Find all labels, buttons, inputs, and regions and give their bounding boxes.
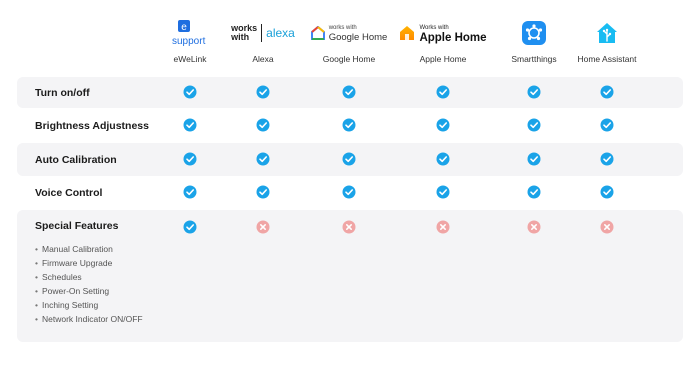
cross-icon <box>600 220 614 234</box>
check-icon <box>256 118 270 132</box>
cross-icon <box>436 220 450 234</box>
check-icon <box>527 118 541 132</box>
check-icon <box>183 220 197 234</box>
cross-icon <box>527 220 541 234</box>
svg-text:support: support <box>172 36 206 47</box>
platform-apple-home: Works with Apple Home Apple Home <box>398 18 488 64</box>
special-features-list: Manual Calibration Firmware Upgrade Sche… <box>35 242 143 326</box>
check-icon <box>256 85 270 99</box>
list-item: Power-On Setting <box>35 284 143 298</box>
check-icon <box>183 185 197 199</box>
check-icon <box>183 118 197 132</box>
list-item: Inching Setting <box>35 298 143 312</box>
list-item: Manual Calibration <box>35 242 143 256</box>
platform-google-home: works with Google Home Google Home <box>304 18 394 64</box>
check-icon <box>600 185 614 199</box>
check-icon <box>256 152 270 166</box>
platform-name: Home Assistant <box>577 54 637 64</box>
check-icon <box>342 118 356 132</box>
platform-name: Apple Home <box>419 54 467 64</box>
check-icon <box>183 85 197 99</box>
check-icon <box>527 85 541 99</box>
google-home-logo-icon: works with Google Home <box>304 18 394 48</box>
check-icon <box>436 85 450 99</box>
platform-alexa: works with alexa Alexa <box>218 18 308 65</box>
alexa-logo-icon: works with alexa <box>231 23 295 42</box>
check-icon <box>436 185 450 199</box>
row-label: Special Features <box>35 220 119 232</box>
check-icon <box>527 152 541 166</box>
apple-home-logo-icon: Works with Apple Home <box>398 18 488 48</box>
row-label: Brightness Adjustness <box>35 120 149 132</box>
check-icon <box>342 85 356 99</box>
check-icon <box>600 118 614 132</box>
check-icon <box>342 185 356 199</box>
platform-name: Alexa <box>252 54 274 64</box>
svg-text:e: e <box>181 22 187 33</box>
check-icon <box>436 118 450 132</box>
row-label: Turn on/off <box>35 87 90 99</box>
check-icon <box>183 152 197 166</box>
check-icon <box>600 85 614 99</box>
list-item: Schedules <box>35 270 143 284</box>
check-icon <box>436 152 450 166</box>
compatibility-table: e support eWeLink workswith alexa Alexa <box>0 0 700 366</box>
home-assistant-logo-icon <box>562 18 652 48</box>
cross-icon <box>342 220 356 234</box>
cross-icon <box>256 220 270 234</box>
list-item: Network Indicator ON/OFF <box>35 312 143 326</box>
platform-name: Google Home <box>322 54 376 64</box>
check-icon <box>256 185 270 199</box>
row-label: Auto Calibration <box>35 154 117 166</box>
platform-home-assistant: Home Assistant <box>562 18 652 64</box>
check-icon <box>600 152 614 166</box>
list-item: Firmware Upgrade <box>35 256 143 270</box>
check-icon <box>527 185 541 199</box>
check-icon <box>342 152 356 166</box>
row-label: Voice Control <box>35 187 103 199</box>
